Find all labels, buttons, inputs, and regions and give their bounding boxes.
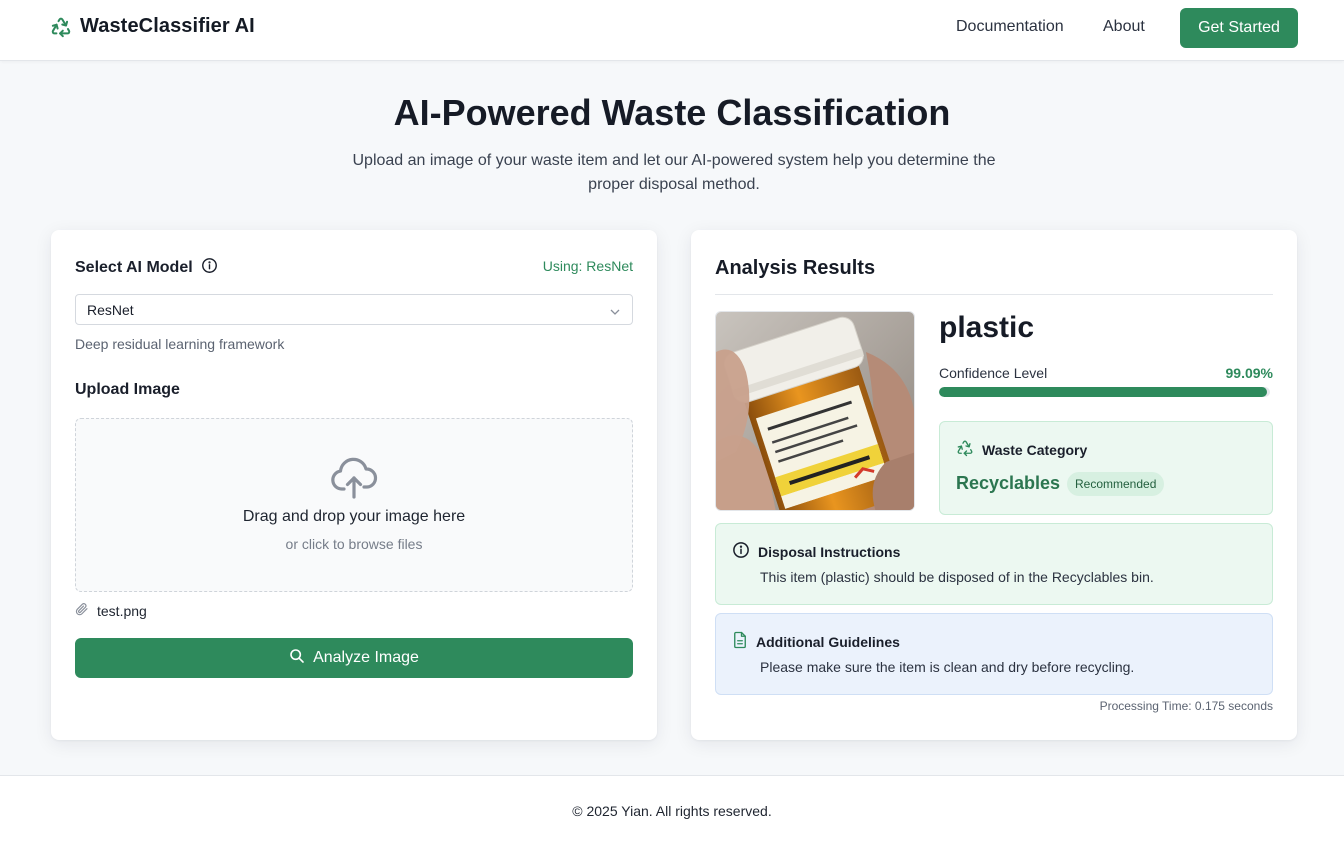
results-divider <box>715 294 1273 295</box>
disposal-instructions-label: Disposal Instructions <box>758 543 901 560</box>
analysis-results-card: Analysis Results plastic Confidence Leve… <box>691 230 1297 740</box>
additional-guidelines-text: Please make sure the item is clean and d… <box>760 659 1135 675</box>
page-subtitle: Upload an image of your waste item and l… <box>352 152 996 193</box>
chevron-down-icon <box>609 304 621 320</box>
model-select[interactable]: ResNet <box>75 294 633 325</box>
copyright-text: © 2025 Yian. All rights reserved. <box>572 803 772 819</box>
disposal-instructions-box: Disposal Instructions This item (plastic… <box>715 523 1273 605</box>
brand-name: WasteClassifier AI <box>80 15 255 37</box>
cloud-upload-icon <box>330 457 378 504</box>
waste-category-heading: Waste Category <box>956 439 1087 460</box>
paperclip-icon <box>75 602 89 619</box>
info-icon[interactable] <box>201 257 218 279</box>
info-icon <box>732 541 750 562</box>
additional-guidelines-label: Additional Guidelines <box>756 633 900 650</box>
top-navbar: WasteClassifier AI Documentation About G… <box>0 0 1344 61</box>
brand[interactable]: WasteClassifier AI <box>50 15 255 38</box>
selected-file: test.png <box>75 602 147 619</box>
nav-link-about[interactable]: About <box>1103 18 1145 36</box>
uploaded-image-preview <box>715 311 915 511</box>
get-started-button[interactable]: Get Started <box>1180 8 1298 48</box>
footer: © 2025 Yian. All rights reserved. <box>0 775 1344 842</box>
confidence-bar-fill <box>939 387 1267 397</box>
confidence-label: Confidence Level <box>939 365 1048 381</box>
dropzone-main-text: Drag and drop your image here <box>242 508 466 525</box>
analyze-image-button[interactable]: Analyze Image <box>75 638 633 678</box>
additional-guidelines-heading: Additional Guidelines <box>732 631 900 652</box>
disposal-instructions-heading: Disposal Instructions <box>732 541 900 562</box>
active-model-indicator: Using: ResNet <box>542 258 633 274</box>
confidence-bar <box>939 387 1270 397</box>
file-name: test.png <box>97 602 147 619</box>
dropzone-sub-text: or click to browse files <box>285 536 423 552</box>
results-title: Analysis Results <box>715 257 876 279</box>
recommended-badge: Recommended <box>1067 472 1165 496</box>
upload-image-label: Upload Image <box>75 381 180 398</box>
waste-category-label: Waste Category <box>982 441 1088 458</box>
search-icon <box>289 648 305 669</box>
waste-category-box: Waste Category Recyclables Recommended <box>939 421 1273 515</box>
select-model-heading: Select AI Model <box>75 257 218 279</box>
image-dropzone[interactable]: Drag and drop your image here or click t… <box>75 418 633 592</box>
analyze-image-label: Analyze Image <box>313 649 419 666</box>
processing-time: Processing Time: 0.175 seconds <box>1099 699 1273 713</box>
recycle-icon <box>50 16 72 38</box>
predicted-class: plastic <box>939 311 1035 344</box>
disposal-instructions-text: This item (plastic) should be disposed o… <box>760 569 1154 585</box>
document-icon <box>732 631 748 652</box>
select-model-label: Select AI Model <box>75 259 193 276</box>
waste-category-value: Recyclables <box>956 473 1061 493</box>
recycle-icon <box>956 439 974 460</box>
confidence-value: 99.09% <box>1225 365 1273 381</box>
model-select-value: ResNet <box>87 302 134 318</box>
page-title: AI-Powered Waste Classification <box>393 92 951 133</box>
model-upload-card: Select AI Model Using: ResNet ResNet Dee… <box>51 230 657 740</box>
additional-guidelines-box: Additional Guidelines Please make sure t… <box>715 613 1273 695</box>
model-description: Deep residual learning framework <box>75 336 285 352</box>
nav-link-documentation[interactable]: Documentation <box>956 18 1064 36</box>
